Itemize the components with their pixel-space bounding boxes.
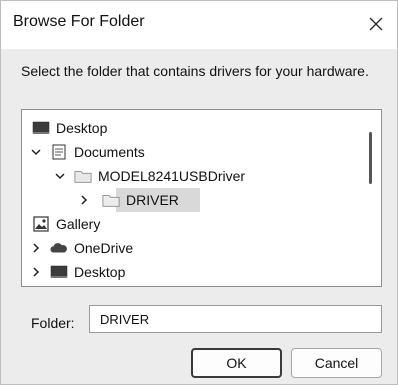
tree-item-onedrive[interactable]: OneDrive	[28, 236, 133, 260]
tree-item-label: MODEL8241USBDriver	[98, 168, 246, 184]
tree-item-model8241usbdriver[interactable]: MODEL8241USBDriver	[52, 164, 245, 188]
desktop-icon	[50, 264, 68, 280]
tree-item-label: DRIVER	[126, 192, 179, 208]
instruction-text: Select the folder that contains drivers …	[21, 63, 369, 79]
folder-icon	[102, 192, 120, 208]
cloud-icon	[50, 240, 68, 256]
tree-item-desktop[interactable]: Desktop	[32, 116, 107, 140]
tree-item-label: Gallery	[56, 216, 101, 232]
ok-button[interactable]: OK	[191, 348, 282, 378]
chevron-right-icon[interactable]	[28, 264, 44, 280]
title-bar: Browse For Folder	[1, 1, 397, 49]
tree-item-gallery[interactable]: Gallery	[32, 212, 100, 236]
close-icon	[369, 17, 383, 31]
tree-item-label: Desktop	[74, 264, 126, 280]
tree-item-desktop-2[interactable]: Desktop	[28, 260, 125, 284]
chevron-down-icon[interactable]	[28, 144, 44, 160]
folder-label: Folder:	[31, 315, 75, 331]
close-button[interactable]	[361, 9, 391, 39]
folder-tree[interactable]: Desktop Documents MODEL8241USBDriver DRI…	[21, 109, 382, 287]
tree-item-label: Desktop	[56, 120, 108, 136]
tree-item-label: Documents	[74, 144, 145, 160]
dialog-title: Browse For Folder	[13, 13, 145, 30]
chevron-right-icon[interactable]	[28, 240, 44, 256]
desktop-icon	[32, 120, 50, 136]
chevron-down-icon[interactable]	[52, 168, 68, 184]
gallery-icon	[32, 216, 50, 232]
documents-icon	[50, 144, 68, 160]
tree-item-driver[interactable]: DRIVER	[76, 188, 179, 212]
folder-input[interactable]	[89, 305, 382, 333]
browse-folder-dialog: Browse For Folder Select the folder that…	[0, 0, 398, 385]
cancel-button[interactable]: Cancel	[291, 348, 382, 378]
tree-item-documents[interactable]: Documents	[28, 140, 145, 164]
scrollbar-thumb[interactable]	[369, 132, 372, 184]
chevron-right-icon[interactable]	[76, 192, 92, 208]
folder-icon	[74, 168, 92, 184]
tree-item-label: OneDrive	[74, 240, 134, 256]
